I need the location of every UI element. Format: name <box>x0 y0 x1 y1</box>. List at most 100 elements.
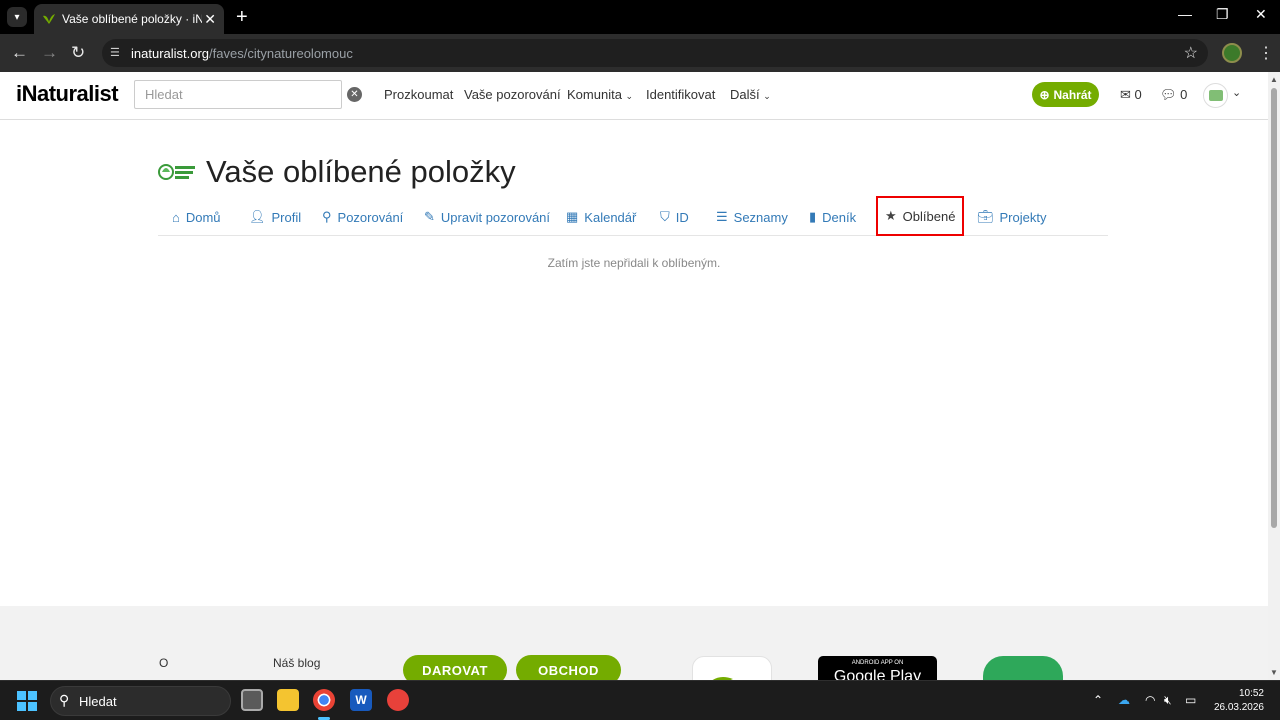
user-avatar[interactable] <box>1203 83 1228 108</box>
url-path: /faves/citynatureolomouc <box>209 46 353 61</box>
address-bar[interactable]: ☰ inaturalist.org/faves/citynatureolomou… <box>102 39 1208 67</box>
page-title: Vaše oblíbené položky <box>206 154 516 189</box>
tab-label: Domů <box>185 209 221 225</box>
task-view-icon[interactable] <box>241 689 263 711</box>
upload-icon: ⊕ <box>1039 87 1050 102</box>
google-play-top-text: ANDROID APP ON <box>851 660 904 666</box>
logo-text: iNaturalist <box>16 81 119 106</box>
tab-edit-observations[interactable]: ✎ Upravit pozorování <box>424 198 550 236</box>
tab-observations[interactable]: ⚲ Pozorování <box>322 198 403 236</box>
taskbar-search[interactable]: ⚲ Hledat <box>50 686 231 716</box>
bookmark-star-icon[interactable]: ☆ <box>1184 43 1198 63</box>
leaf-icon <box>712 677 733 680</box>
windows-taskbar: ⚲ Hledat W ⌃ ☁ ◠ 🔇︎ ▭ 10:52 26.03.2026 <box>0 680 1280 720</box>
nav-identify[interactable]: Identifikovat <box>646 87 715 102</box>
binoculars-icon: ⚲ <box>322 209 332 224</box>
tab-label: ID <box>675 209 689 225</box>
browser-menu-icon[interactable]: ⋮ <box>1258 43 1274 63</box>
tab-profile[interactable]: 👤︎ Profil <box>249 198 301 236</box>
user-icon: 👤︎ <box>249 209 266 224</box>
book-icon: ▮ <box>809 209 817 224</box>
tab-title: Vaše oblíbené položky · iNaturalist <box>62 12 202 26</box>
nav-more[interactable]: Další ⌄ <box>730 87 771 102</box>
seek-app-icon[interactable] <box>983 656 1063 680</box>
tab-projects[interactable]: 💼︎ Projekty <box>977 198 1046 236</box>
google-play-badge[interactable]: ANDROID APP ON Google Play <box>818 656 937 680</box>
onedrive-icon[interactable]: ☁ <box>1118 693 1130 707</box>
nav-community[interactable]: Komunita ⌄ <box>567 87 633 102</box>
scrollbar-thumb[interactable] <box>1271 88 1277 528</box>
tab-label: Pozorování <box>337 209 404 225</box>
upload-button[interactable]: ⊕ Nahrát <box>1032 82 1099 107</box>
address-toolbar: ← → ↻ ☰ inaturalist.org/faves/citynature… <box>0 34 1280 72</box>
search-clear-icon[interactable]: ✕ <box>347 87 362 102</box>
pdf-app-icon[interactable] <box>387 689 409 711</box>
back-icon[interactable]: ← <box>11 43 28 63</box>
pencil-icon: ✎ <box>424 209 435 224</box>
tab-label: Oblíbené <box>902 208 956 224</box>
tab-label: Projekty <box>999 209 1047 225</box>
tag-icon: ⛉ <box>660 209 670 224</box>
search-icon: ⚲ <box>59 692 70 708</box>
user-tabs: ⌂ Domů 👤︎ Profil ⚲ Pozorování ✎ Upravit pozo… <box>158 196 1108 236</box>
tab-favorites[interactable]: ★ Oblíbené <box>876 196 965 236</box>
clock-date: 26.03.2026 <box>1213 702 1264 713</box>
tab-lists[interactable]: ☰ Seznamy <box>716 198 788 236</box>
nav-your-observations[interactable]: Vaše pozorování <box>464 87 561 102</box>
page-viewport: iNaturalist Hledat ✕ Prozkoumat Vaše poz… <box>0 72 1268 680</box>
shop-button[interactable]: OBCHOD <box>516 655 621 680</box>
volume-muted-icon[interactable]: 🔇︎ <box>1164 693 1172 708</box>
browser-profile-icon[interactable] <box>1222 43 1242 63</box>
forward-icon[interactable]: → <box>41 43 58 63</box>
tab-label: Kalendář <box>584 209 637 225</box>
site-info-icon[interactable]: ☰ <box>110 46 124 60</box>
envelope-icon: ✉ <box>1120 87 1131 102</box>
windows-start-icon[interactable] <box>17 691 37 711</box>
footer-blog-link[interactable]: Náš blog <box>273 656 320 670</box>
briefcase-icon: 💼︎ <box>977 209 994 224</box>
battery-icon[interactable]: ▭ <box>1185 693 1196 707</box>
home-icon: ⌂ <box>172 209 180 225</box>
comment-icon: 💬︎ <box>1160 87 1177 102</box>
word-icon[interactable]: W <box>350 689 372 711</box>
scroll-down-icon[interactable]: ▼ <box>1270 668 1278 677</box>
inaturalist-favicon-icon <box>43 14 55 24</box>
tab-home[interactable]: ⌂ Domů <box>172 198 221 236</box>
tab-label: Seznamy <box>733 209 788 225</box>
url-domain: inaturalist.org <box>131 46 210 61</box>
page-scrollbar[interactable]: ▲ ▼ <box>1268 72 1280 680</box>
notifications-count: 0 <box>1180 87 1188 102</box>
chrome-icon[interactable] <box>313 689 335 711</box>
minimize-icon[interactable]: — <box>1178 6 1192 22</box>
file-explorer-icon[interactable] <box>277 689 299 711</box>
upload-label: Nahrát <box>1053 87 1092 102</box>
inaturalist-app-icon[interactable] <box>692 656 772 680</box>
tab-journal[interactable]: ▮ Deník <box>809 198 856 236</box>
system-clock[interactable]: 10:52 26.03.2026 <box>1212 687 1264 715</box>
show-hidden-icons-icon[interactable]: ⌃ <box>1093 693 1103 707</box>
site-search-input[interactable]: Hledat <box>134 80 342 109</box>
messages-link[interactable]: ✉ 0 <box>1120 87 1142 103</box>
chevron-down-icon[interactable]: ⌄ <box>1232 86 1241 99</box>
new-tab-button[interactable]: + <box>236 6 248 29</box>
city-nature-challenge-logo <box>158 164 195 180</box>
notifications-link[interactable]: 💬︎ 0 <box>1160 87 1187 103</box>
tab-id[interactable]: ⛉ ID <box>660 198 689 236</box>
tab-label: Upravit pozorování <box>440 209 551 225</box>
site-footer: O Náš blog DAROVAT OBCHOD ANDROID APP ON… <box>0 606 1268 680</box>
footer-about-link[interactable]: O <box>159 656 168 670</box>
site-header: iNaturalist Hledat ✕ Prozkoumat Vaše poz… <box>0 72 1268 120</box>
reload-icon[interactable]: ↻ <box>71 43 85 63</box>
scroll-up-icon[interactable]: ▲ <box>1270 75 1278 84</box>
maximize-icon[interactable]: ❐ <box>1216 6 1229 23</box>
site-logo[interactable]: iNaturalist <box>16 81 119 107</box>
close-tab-icon[interactable]: ✕ <box>204 11 216 28</box>
browser-tab[interactable]: Vaše oblíbené položky · iNaturalist ✕ <box>34 4 224 34</box>
close-window-icon[interactable]: ✕ <box>1255 6 1267 23</box>
donate-button[interactable]: DAROVAT <box>403 655 507 680</box>
tab-search-button[interactable]: ▾ <box>7 7 27 27</box>
nav-more-label: Další <box>730 87 760 102</box>
nav-explore[interactable]: Prozkoumat <box>384 87 453 102</box>
wifi-icon[interactable]: ◠ <box>1145 693 1155 707</box>
tab-calendar[interactable]: ▦ Kalendář <box>566 198 636 236</box>
